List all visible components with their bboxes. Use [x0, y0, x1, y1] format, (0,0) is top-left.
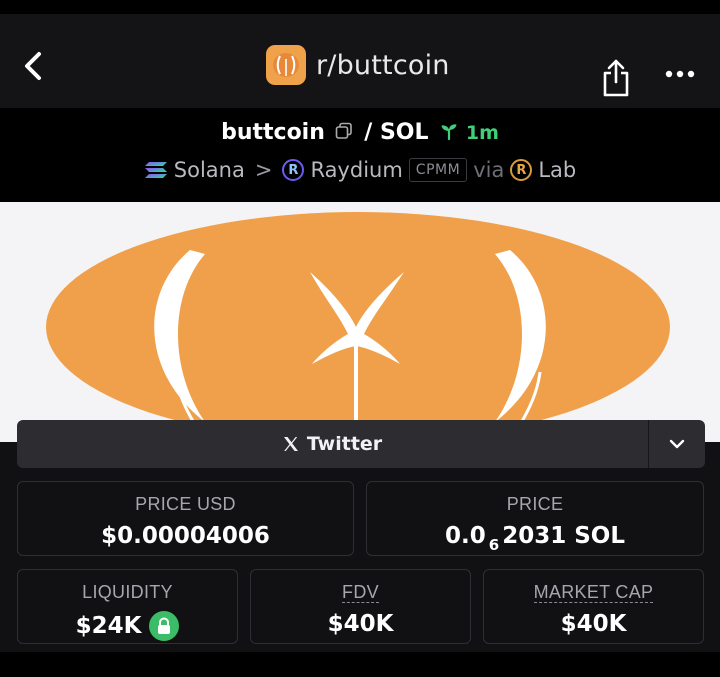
market-cap-value: $40K: [484, 611, 703, 637]
fdv-label-text: FDV: [342, 582, 379, 603]
liquidity-label: LIQUIDITY: [82, 582, 173, 602]
solana-icon: [144, 162, 167, 178]
market-cap-card[interactable]: MARKET CAP $40K: [483, 569, 704, 644]
market-cap-label-text: MARKET CAP: [533, 582, 654, 603]
twitter-label: Twitter: [306, 433, 383, 455]
liquidity-card: LIQUIDITY $24K: [17, 569, 238, 644]
fdv-value: $40K: [251, 611, 470, 637]
subreddit-avatar: [266, 45, 306, 85]
more-horizontal-icon: [665, 70, 695, 78]
copy-icon[interactable]: [335, 122, 353, 140]
token-symbol: buttcoin: [221, 120, 325, 145]
liquidity-amount: $24K: [75, 613, 142, 639]
x-logo-icon: [283, 437, 298, 451]
chevron-down-icon: [669, 439, 685, 449]
liquidity-lock-button[interactable]: [149, 611, 180, 641]
price-prefix: 0.0: [445, 523, 486, 549]
price-zero-count: 6: [488, 536, 500, 554]
price-usd-label: PRICE USD: [135, 494, 236, 514]
lock-icon: [158, 617, 171, 634]
pair-header: buttcoin / SOL 1m Solana > R Raydium CPM…: [0, 108, 720, 202]
fdv-amount: $40K: [327, 611, 394, 637]
chain-name[interactable]: Solana: [174, 158, 245, 182]
price-native-card: PRICE 0.0 6 2031 SOL: [366, 481, 704, 556]
pair-route-line: Solana > R Raydium CPMM via R Lab: [0, 158, 720, 182]
social-links-bar: Twitter: [17, 420, 705, 468]
launchpad-name[interactable]: Lab: [538, 158, 576, 182]
dex-name[interactable]: Raydium: [310, 158, 402, 182]
sprout-icon: [441, 124, 457, 141]
market-cap-label: MARKET CAP: [484, 582, 703, 603]
via-label: via: [473, 158, 505, 182]
liquidity-value: $24K: [18, 611, 237, 641]
subreddit-title: r/buttcoin: [316, 49, 450, 81]
price-usd-amount: $0.00004006: [101, 523, 270, 549]
more-links-dropdown[interactable]: [649, 420, 705, 468]
lab-icon: R: [510, 159, 533, 181]
price-usd-value: $0.00004006: [18, 523, 353, 549]
buttcoin-logo-icon: [273, 53, 299, 77]
pair-name-line: buttcoin / SOL 1m: [0, 120, 720, 145]
bottom-edge: [0, 652, 720, 677]
fdv-card[interactable]: FDV $40K: [250, 569, 471, 644]
route-arrow: >: [254, 158, 273, 182]
price-usd-card: PRICE USD $0.00004006: [17, 481, 354, 556]
price-suffix: 2031 SOL: [502, 523, 625, 549]
market-cap-amount: $40K: [560, 611, 627, 637]
pair-separator: /: [364, 120, 373, 145]
share-button[interactable]: [600, 58, 632, 98]
share-icon: [603, 59, 629, 97]
top-nav-bar: r/buttcoin: [0, 0, 720, 108]
pair-age: 1m: [465, 122, 499, 144]
chevron-left-icon: [25, 52, 41, 80]
quote-symbol: SOL: [379, 120, 429, 145]
price-label: PRICE: [506, 494, 564, 514]
raydium-icon: R: [282, 159, 305, 181]
back-button[interactable]: [20, 50, 48, 82]
token-banner-image: [0, 202, 720, 442]
subreddit-header[interactable]: r/buttcoin: [266, 44, 450, 86]
price-native-value: 0.0 6 2031 SOL: [367, 523, 703, 554]
pool-type-badge: CPMM: [408, 158, 468, 182]
more-options-button[interactable]: [664, 66, 696, 82]
fdv-label: FDV: [251, 582, 470, 603]
twitter-link-button[interactable]: Twitter: [17, 420, 648, 468]
buttcoin-logo-image: [0, 202, 720, 442]
